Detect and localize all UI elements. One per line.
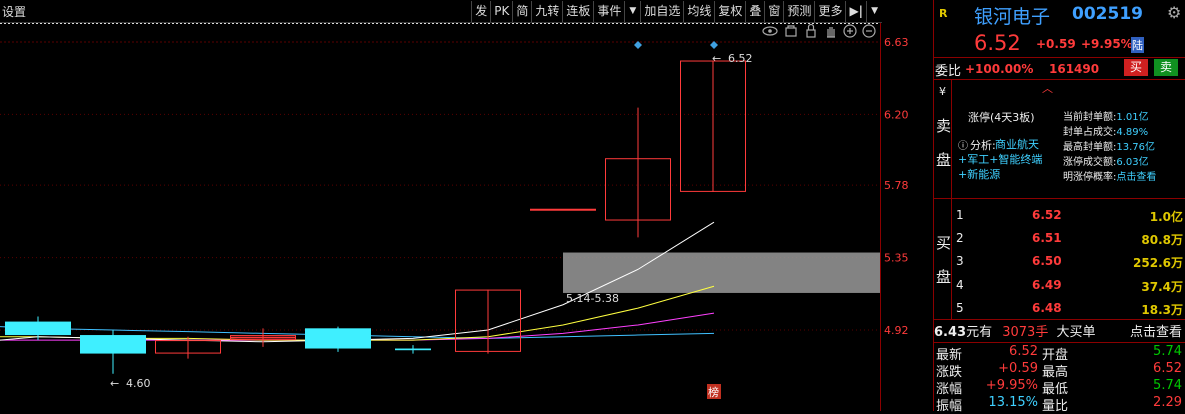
quote-row: 振幅 13.15% 量比 2.29 — [936, 395, 1182, 414]
current-price: 6.52 — [974, 31, 1021, 55]
tb-add-watch-button[interactable]: 加自选 — [640, 0, 683, 22]
tb-adjust-button[interactable]: 复权 — [714, 0, 745, 22]
stat-row: 涨停成交额:6.03亿 — [1063, 157, 1149, 168]
event-dropdown-icon[interactable]: ▼ — [624, 0, 640, 22]
lock-icon[interactable] — [806, 23, 816, 38]
sell-button[interactable]: 卖 — [1154, 59, 1178, 76]
toolbar-dropdown-icon[interactable]: ▼ — [866, 0, 882, 22]
zoom-in-icon[interactable] — [843, 24, 857, 38]
ratio-label: 委比 — [935, 64, 962, 79]
candle-body — [5, 321, 71, 336]
hand-icon[interactable] — [827, 27, 835, 38]
buy-level-row[interactable]: 2 6.51 80.8万 — [934, 227, 1185, 250]
analysis-text[interactable]: 商业航天+军工+智能终端+新能源 — [958, 137, 1058, 182]
stock-name: 银河电子 — [974, 6, 1051, 28]
sell-label-top: 卖 — [936, 117, 952, 135]
limit-up-stats: 当前封单额:1.01亿 封单占成交:4.89% 最高封单额:13.76亿 涨停成… — [1063, 108, 1185, 183]
quote-row: 涨跌 +0.59 最高 6.52 — [936, 361, 1182, 380]
buy-level-row[interactable]: 4 6.49 37.4万 — [934, 274, 1185, 297]
quote-panel: R 银河电子 002519 ⚙ 6.52 +0.59 +9.95% 陆 委比 +… — [933, 0, 1185, 414]
candle-body — [395, 348, 431, 351]
kline-chart[interactable]: 6.63 6.20 5.78 5.35 4.92 6.52 ← ← 4.60 5.14-… — [0, 23, 932, 411]
tb-event-button[interactable]: 事件 — [593, 0, 624, 22]
tb-overlay-button[interactable]: 叠 — [745, 0, 764, 22]
price-label: 4.92 — [884, 324, 909, 337]
settings-button[interactable]: 设置 — [2, 3, 26, 20]
price-label: 6.63 — [884, 36, 909, 49]
price-label: 5.35 — [884, 252, 909, 265]
stat-row: 封单占成交:4.89% — [1063, 127, 1149, 138]
candle-body — [530, 208, 596, 211]
price-axis-labels: 6.63 6.20 5.78 5.35 4.92 — [884, 36, 909, 337]
ratio-value: +100.00% — [965, 62, 1034, 76]
tb-ma-button[interactable]: 均线 — [683, 0, 714, 22]
tb-jiuzhuan-button[interactable]: 九转 — [531, 0, 562, 22]
price-zone — [563, 252, 880, 293]
stat-row: 最高封单额:13.76亿 — [1063, 142, 1156, 153]
price-label: 6.20 — [884, 108, 909, 121]
stat-row: 明涨停概率:点击查看 — [1063, 172, 1157, 183]
price-change-pct: +9.95% — [1081, 37, 1133, 51]
toolbar-buttons: 发 PK 简 九转 连板 事件 ▼ 加自选 均线 复权 叠 窗 预测 更多 ▶|… — [471, 0, 882, 22]
big-order-row[interactable]: 6.43元有 3073手 大买单 点击查看 — [934, 321, 1185, 341]
tb-window-button[interactable]: 窗 — [764, 0, 783, 22]
panel-toggle-icon[interactable]: ▶| — [845, 0, 866, 22]
bag-icon[interactable] — [785, 25, 797, 37]
yen-icon: ¥ — [939, 85, 946, 98]
tb-pk-button[interactable]: PK — [490, 0, 512, 22]
collapse-up-icon[interactable]: ︿ — [1042, 80, 1053, 96]
candle-body — [80, 335, 146, 354]
quote-row: 最新 6.52 开盘 5.74 — [936, 344, 1182, 363]
price-change: +0.59 — [1036, 37, 1076, 51]
tb-more-button[interactable]: 更多 — [814, 0, 845, 22]
tb-lianban-button[interactable]: 连板 — [562, 0, 593, 22]
resistance-zone — [563, 252, 880, 293]
settings-gear-icon[interactable]: ⚙ — [1167, 3, 1181, 22]
buy-button[interactable]: 买 — [1124, 59, 1148, 76]
buy-level-row[interactable]: 1 6.52 1.0亿 — [934, 204, 1185, 227]
price-label: 5.78 — [884, 179, 909, 192]
chart-tool-icons — [634, 23, 876, 49]
big-order-link[interactable]: 点击查看 — [1130, 321, 1182, 340]
low-price-arrow: ← — [110, 377, 119, 390]
candle-body — [305, 328, 371, 349]
price-axis-separator — [880, 23, 881, 411]
eye-icon[interactable] — [762, 26, 778, 36]
probability-link[interactable]: 点击查看 — [1116, 172, 1156, 183]
market-badge: R — [939, 7, 948, 20]
stock-code: 002519 — [1072, 4, 1143, 24]
zoom-out-icon[interactable] — [862, 24, 876, 38]
zone-range-label: 5.14-5.38 — [566, 292, 619, 305]
quote-row: 涨幅 +9.95% 最低 5.74 — [936, 378, 1182, 397]
chart-toolbar: 设置 发 PK 简 九转 连板 事件 ▼ 加自选 均线 复权 叠 窗 预测 更多… — [0, 0, 882, 23]
last-price-arrow: ← — [712, 52, 721, 65]
last-price-tag: 6.52 — [728, 52, 753, 65]
limit-up-title: 涨停(4天3板) — [968, 111, 1035, 124]
sell-label-divider — [951, 80, 952, 198]
sell-label-bottom: 盘 — [936, 151, 952, 169]
buy-level-row[interactable]: 5 6.48 18.3万 — [934, 297, 1185, 320]
buy-level-row[interactable]: 3 6.50 252.6万 — [934, 250, 1185, 273]
ratio-diff: 161490 — [1049, 62, 1100, 76]
stat-row: 当前封单额:1.01亿 — [1063, 112, 1149, 123]
tb-fa-button[interactable]: 发 — [471, 0, 490, 22]
candles — [5, 60, 746, 374]
list-badge[interactable]: 榜 — [708, 385, 719, 399]
exchange-badge: 陆 — [1131, 37, 1144, 53]
tb-forecast-button[interactable]: 预测 — [783, 0, 814, 22]
tb-jian-button[interactable]: 简 — [512, 0, 531, 22]
low-price-tag: 4.60 — [126, 377, 151, 390]
